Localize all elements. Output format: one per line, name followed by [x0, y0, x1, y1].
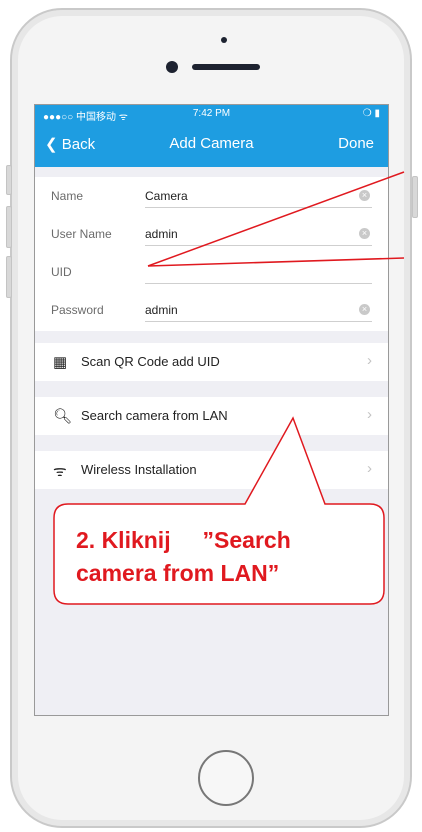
battery-icon: ❍ ▮ [362, 108, 380, 119]
clear-icon[interactable]: × [359, 228, 370, 239]
power-button [412, 176, 418, 218]
chevron-right-icon: › [367, 352, 372, 369]
search-lan-button[interactable]: 🔍︎ Search camera from LAN › [35, 397, 388, 435]
callout-line-2: camera from LAN” [76, 560, 280, 586]
password-label: Password [51, 303, 104, 317]
uid-row: UID [35, 253, 388, 291]
status-bar: ●●●○○ 中国移动 ᯤ 7:42 PM ❍ ▮ [35, 105, 388, 123]
callout-line-1: 2. Kliknij ”Search [76, 527, 291, 553]
done-button[interactable]: Done [338, 135, 374, 152]
front-camera [166, 61, 178, 73]
mute-switch [6, 165, 12, 195]
uid-input[interactable] [145, 262, 372, 284]
password-row: Password admin × [35, 291, 388, 329]
uid-label: UID [51, 265, 72, 279]
volume-up-button [6, 206, 12, 248]
name-row: Name Camera × [35, 177, 388, 215]
app-screen: ●●●○○ 中国移动 ᯤ 7:42 PM ❍ ▮ ❮ Back Add Came… [34, 104, 389, 716]
earpiece-speaker [192, 64, 260, 70]
clear-icon[interactable]: × [359, 304, 370, 315]
name-label: Name [51, 189, 84, 203]
wireless-install-button[interactable]: ᯤ Wireless Installation › [35, 451, 388, 489]
scan-qr-button[interactable]: ▦ Scan QR Code add UID › [35, 343, 388, 381]
chevron-right-icon: › [367, 406, 372, 423]
name-input[interactable]: Camera [145, 186, 372, 208]
username-label: User Name [51, 227, 112, 241]
username-input[interactable]: admin [145, 224, 372, 246]
username-row: User Name admin × [35, 215, 388, 253]
wireless-install-label: Wireless Installation [81, 462, 197, 477]
scan-qr-label: Scan QR Code add UID [81, 354, 220, 369]
navigation-bar: ❮ Back Add Camera Done [35, 123, 388, 167]
status-time: 7:42 PM [192, 108, 231, 119]
wifi-icon: ᯤ [53, 463, 67, 480]
chevron-right-icon: › [367, 460, 372, 477]
proximity-sensor [221, 37, 227, 43]
search-icon: 🔍︎ [53, 408, 73, 425]
clear-icon[interactable]: × [359, 190, 370, 201]
qr-code-icon: ▦ [53, 354, 68, 371]
camera-form: Name Camera × User Name admin × UID Pass… [35, 177, 388, 331]
callout-text: 2. Kliknij ”Search camera from LAN” [56, 514, 376, 604]
page-title: Add Camera [169, 135, 254, 152]
volume-down-button [6, 256, 12, 298]
search-lan-label: Search camera from LAN [81, 408, 228, 423]
password-input[interactable]: admin [145, 300, 372, 322]
home-button[interactable] [198, 750, 254, 806]
